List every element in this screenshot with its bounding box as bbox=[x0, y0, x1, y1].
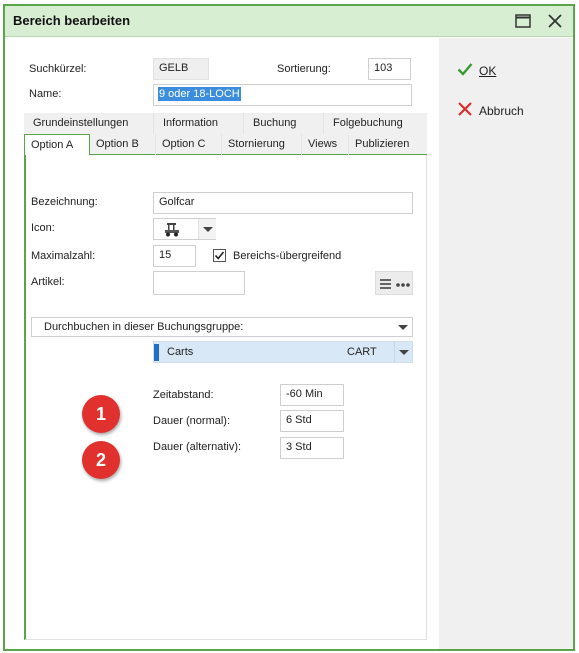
chevron-down-icon[interactable] bbox=[198, 219, 216, 239]
golf-cart-icon bbox=[163, 222, 181, 240]
more-icon bbox=[396, 283, 410, 287]
close-icon bbox=[457, 101, 473, 120]
edit-area-dialog: Bereich bearbeiten Suchkürzel: GELB Sort… bbox=[3, 4, 575, 651]
maximalzahl-label: Maximalzahl: bbox=[31, 250, 96, 262]
ok-label: OK bbox=[479, 63, 497, 78]
action-panel: OK Abbruch bbox=[439, 38, 573, 649]
step-badge-2: 2 bbox=[82, 441, 120, 479]
selection-marker bbox=[154, 344, 159, 361]
carts-code: CART bbox=[347, 346, 377, 358]
tab-stornierung[interactable]: Stornierung bbox=[222, 134, 302, 155]
carts-row[interactable]: Carts CART bbox=[153, 341, 413, 363]
ok-button[interactable]: OK bbox=[457, 62, 496, 79]
sort-field[interactable]: 103 bbox=[368, 58, 411, 80]
tab-buchung[interactable]: Buchung bbox=[244, 113, 324, 134]
abort-button[interactable]: Abbruch bbox=[457, 101, 524, 120]
dauer-normal-label: Dauer (normal): bbox=[153, 415, 231, 427]
tab-row-2: Option A Option B Option C Stornierung V… bbox=[24, 134, 427, 156]
tab-row-1: Grundeinstellungen Information Buchung F… bbox=[24, 113, 427, 134]
title-bar: Bereich bearbeiten bbox=[5, 6, 573, 37]
tab-option-c[interactable]: Option C bbox=[156, 134, 222, 155]
check-icon bbox=[457, 62, 473, 79]
option-a-panel: Bezeichnung: Golfcar Icon: Maximalzahl: … bbox=[24, 155, 427, 640]
tab-views[interactable]: Views bbox=[302, 134, 349, 155]
icon-label: Icon: bbox=[31, 222, 55, 234]
carts-name: Carts bbox=[167, 346, 194, 358]
sort-label: Sortierung: bbox=[277, 63, 331, 75]
short-field[interactable]: GELB bbox=[153, 58, 209, 80]
maximalzahl-field[interactable]: 15 bbox=[153, 245, 196, 267]
list-icon bbox=[380, 279, 391, 289]
artikel-options-button[interactable] bbox=[375, 271, 413, 295]
short-label: Suchkürzel: bbox=[29, 63, 87, 75]
icon-select[interactable] bbox=[153, 218, 216, 240]
chevron-down-icon[interactable] bbox=[394, 318, 412, 336]
zeitabstand-field[interactable]: -60 Min bbox=[280, 384, 344, 406]
artikel-label: Artikel: bbox=[31, 276, 65, 288]
cross-area-label: Bereichs-übergreifend bbox=[233, 250, 342, 262]
name-label: Name: bbox=[29, 88, 62, 100]
maximize-icon[interactable] bbox=[514, 12, 532, 30]
abort-label: Abbruch bbox=[479, 103, 524, 118]
chevron-down-icon[interactable] bbox=[394, 342, 412, 362]
booking-group-label: Durchbuchen in dieser Buchungsgruppe: bbox=[44, 321, 244, 333]
cross-area-checkbox[interactable] bbox=[213, 249, 226, 262]
close-icon[interactable] bbox=[546, 12, 564, 30]
tab-grundeinstellungen[interactable]: Grundeinstellungen bbox=[24, 113, 154, 134]
dauer-alt-label: Dauer (alternativ): bbox=[153, 441, 242, 453]
tab-information[interactable]: Information bbox=[154, 113, 244, 134]
dialog-title: Bereich bearbeiten bbox=[13, 13, 131, 28]
step-badge-1: 1 bbox=[82, 395, 120, 433]
tab-publizieren[interactable]: Publizieren bbox=[349, 134, 427, 155]
name-value-selected: 9 oder 18-LOCH bbox=[158, 87, 241, 101]
bezeichnung-label: Bezeichnung: bbox=[31, 196, 98, 208]
tab-folgebuchung[interactable]: Folgebuchung bbox=[324, 113, 427, 134]
booking-group-dropdown[interactable]: Durchbuchen in dieser Buchungsgruppe: bbox=[31, 317, 413, 337]
tab-option-a[interactable]: Option A bbox=[24, 134, 90, 156]
dauer-alt-field[interactable]: 3 Std bbox=[280, 437, 344, 459]
checkmark-icon bbox=[214, 251, 225, 260]
zeitabstand-label: Zeitabstand: bbox=[153, 389, 214, 401]
name-field[interactable]: 9 oder 18-LOCH bbox=[153, 84, 412, 106]
bezeichnung-field[interactable]: Golfcar bbox=[153, 192, 413, 214]
dauer-normal-field[interactable]: 6 Std bbox=[280, 410, 344, 432]
tab-option-b[interactable]: Option B bbox=[90, 134, 156, 155]
artikel-field[interactable] bbox=[153, 271, 245, 295]
